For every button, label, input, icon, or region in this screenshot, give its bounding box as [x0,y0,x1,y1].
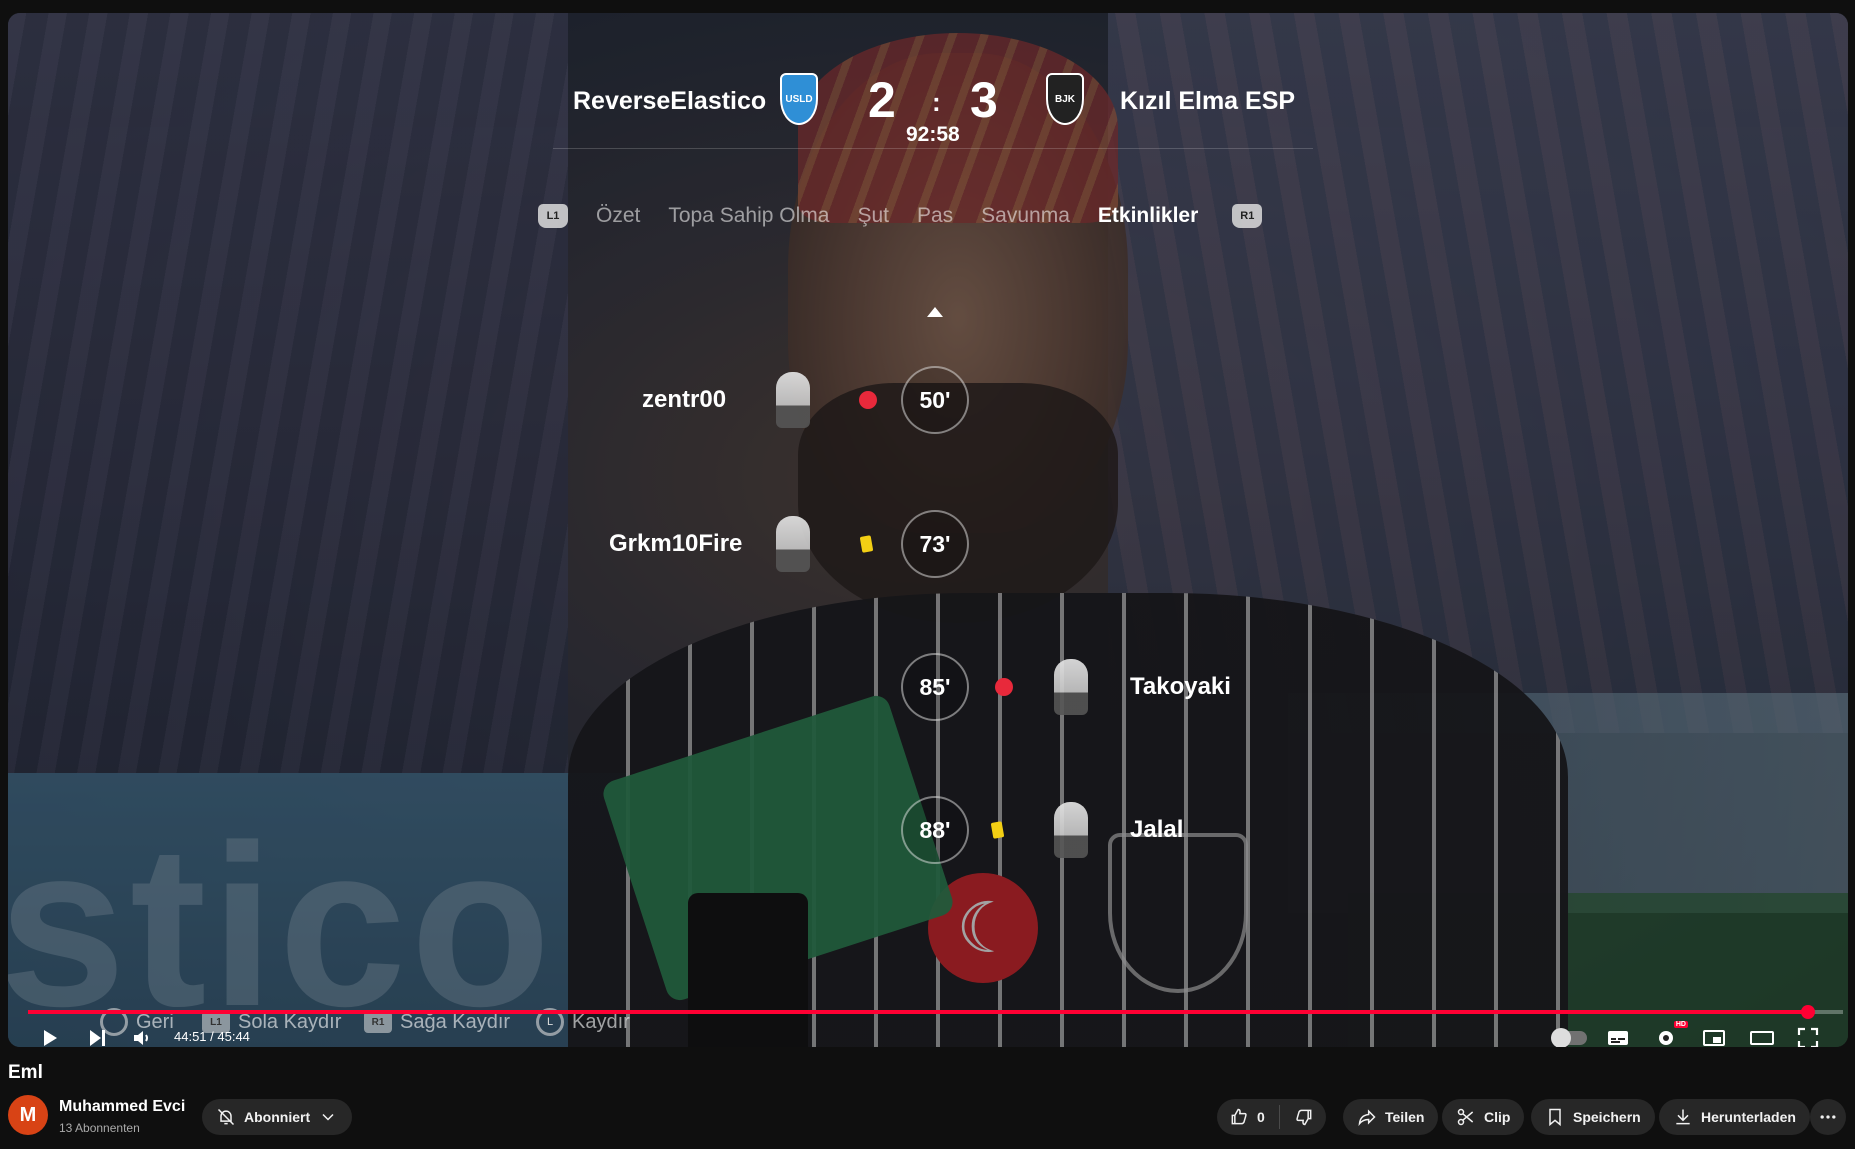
home-score: 2 [868,72,896,128]
share-icon [1358,1109,1376,1127]
more-actions-button[interactable] [1810,1099,1846,1135]
event-player-name: Takoyaki [1130,673,1231,700]
fullscreen-button[interactable] [1790,1023,1826,1047]
event-minute: 88' [901,796,969,864]
player-avatar-icon [1054,802,1088,858]
scroll-up-caret-icon [927,307,943,317]
away-score: 3 [970,72,998,128]
divider [1278,1105,1280,1129]
fullscreen-icon [1797,1027,1819,1047]
clip-button[interactable]: Clip [1442,1099,1525,1135]
settings-button[interactable]: HD [1648,1021,1688,1047]
like-dislike-group: 0 [1217,1099,1326,1135]
download-button[interactable]: Herunterladen [1659,1099,1810,1135]
chevron-down-icon [322,1113,334,1121]
stats-tabs: L1 Özet Topa Sahip Olma Şut Pas Savunma … [538,201,1263,231]
skip-next-icon [90,1030,105,1046]
theater-icon [1750,1031,1774,1045]
red-card-icon [859,391,877,409]
autoplay-toggle-icon [1551,1028,1587,1047]
event-row: Grkm10Fire 73' [8,510,1848,580]
scrubber-handle[interactable] [1800,1005,1815,1019]
autoplay-toggle[interactable] [1550,1023,1590,1047]
event-row: 85' Takoyaki [8,653,1848,723]
progress-bar[interactable] [28,1005,1843,1019]
event-player-name: Jalal [1130,816,1184,843]
hd-badge: HD [1673,1021,1688,1028]
channel-avatar[interactable]: M [8,1095,48,1135]
miniplayer-button[interactable] [1696,1023,1732,1047]
home-team-name: ReverseElastico [573,87,767,115]
bell-off-icon [217,1108,235,1126]
download-label: Herunterladen [1701,1109,1796,1125]
score-separator: : [932,87,941,117]
home-crest-icon: USLD [780,73,818,125]
r1-trigger-icon: R1 [1232,204,1263,228]
save-button[interactable]: Speichern [1531,1099,1655,1135]
tab-savunma[interactable]: Savunma [981,204,1070,228]
event-minute: 85' [901,653,969,721]
thumbs-up-icon[interactable] [1229,1107,1249,1127]
scissors-icon [1457,1108,1474,1126]
away-crest-icon: BJK [1046,73,1084,125]
like-count[interactable]: 0 [1257,1109,1265,1125]
channel-name[interactable]: Muhammed Evci [59,1098,185,1116]
more-horizontal-icon [1820,1115,1836,1119]
video-title: Eml [8,1062,43,1083]
theater-mode-button[interactable] [1744,1023,1780,1047]
event-row: zentr00 50' [8,366,1848,436]
clip-label: Clip [1484,1109,1511,1125]
share-label: Teilen [1385,1109,1425,1125]
event-row: 88' Jalal [8,796,1848,866]
subtitles-icon [1608,1031,1628,1045]
yellow-card-icon [859,535,874,553]
progress-played [28,1010,1808,1014]
subscriber-count: 13 Abonnenten [59,1121,140,1135]
subscribed-button[interactable]: Abonniert [202,1099,353,1135]
yellow-card-icon [990,821,1005,839]
volume-icon [134,1031,148,1045]
next-button[interactable] [80,1023,114,1047]
play-icon [44,1030,57,1046]
event-player-name: zentr00 [642,386,727,413]
match-clock: 92:58 [906,123,960,146]
bookmark-icon [1549,1108,1561,1127]
away-team-name: Kızıl Elma ESP [1120,87,1296,115]
player-avatar-icon [776,516,810,572]
subtitles-button[interactable] [1600,1023,1636,1047]
divider [553,148,1313,149]
time-display: 44:51 / 45:44 [174,1029,250,1044]
miniplayer-icon [1703,1030,1725,1046]
tab-topa-sahip-olma[interactable]: Topa Sahip Olma [668,204,829,228]
volume-button[interactable] [126,1023,160,1047]
player-avatar-icon [1054,659,1088,715]
download-icon [1676,1109,1690,1125]
gear-icon [1659,1031,1673,1045]
event-minute: 73' [901,510,969,578]
event-player-name: Grkm10Fire [609,530,743,557]
tab-sut[interactable]: Şut [857,204,889,228]
video-player[interactable]: stico ReverseElastico USLD 2 : 3 BJK Kız… [8,13,1848,1047]
subscribed-label: Abonniert [244,1109,311,1125]
player-avatar-icon [776,372,810,428]
l1-trigger-icon: L1 [538,204,568,228]
event-minute: 50' [901,366,969,434]
share-button[interactable]: Teilen [1343,1099,1439,1135]
play-button[interactable] [32,1023,66,1047]
red-card-icon [995,678,1013,696]
tab-etkinlikler[interactable]: Etkinlikler [1098,204,1198,228]
thumbs-down-icon[interactable] [1294,1107,1314,1127]
tab-pas[interactable]: Pas [917,204,953,228]
tab-ozet[interactable]: Özet [596,204,640,228]
save-label: Speichern [1573,1109,1641,1125]
r1-button-icon: R1 [364,1011,392,1033]
